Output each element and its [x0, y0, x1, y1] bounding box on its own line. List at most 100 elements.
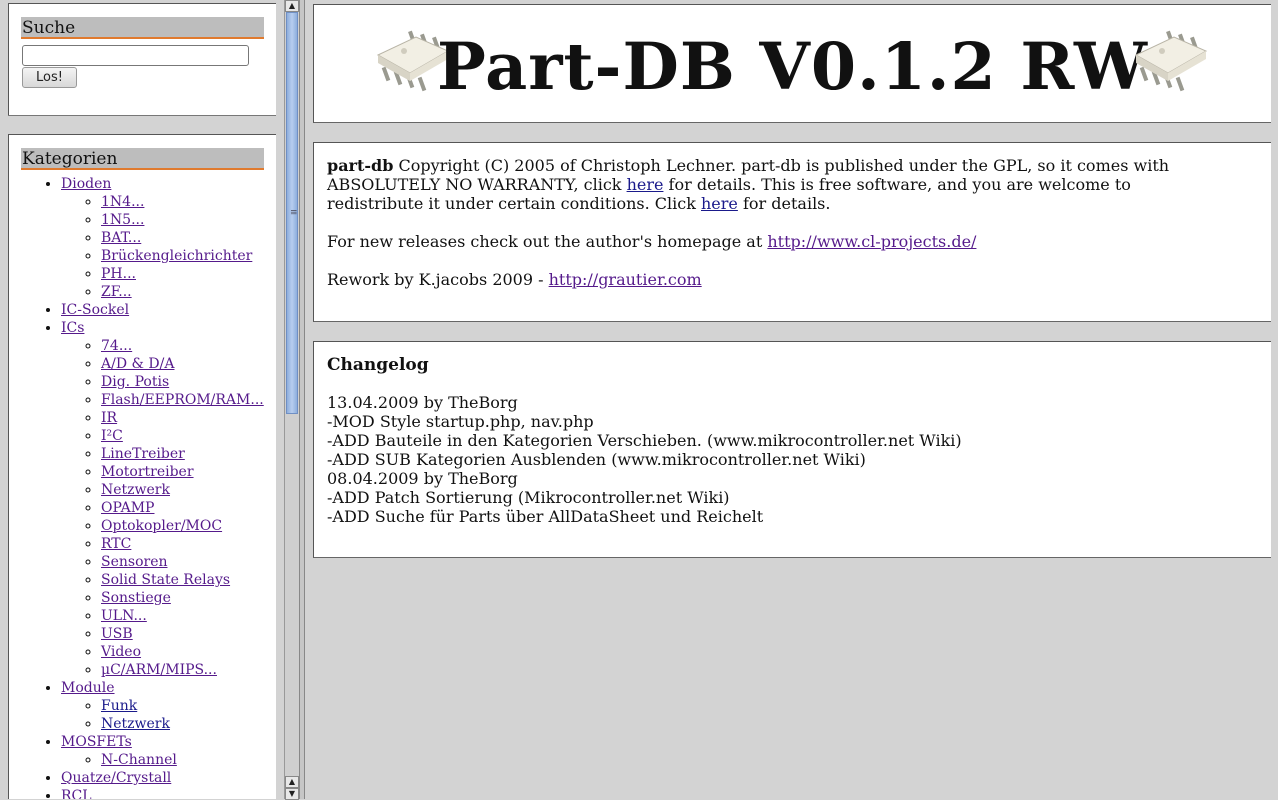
- subcategory-link[interactable]: Solid State Relays: [101, 572, 230, 588]
- header-panel: Part-DB V0.1.2 RW: [313, 4, 1271, 123]
- subcategory-item: BAT...: [101, 229, 271, 247]
- category-link[interactable]: IC-Sockel: [61, 302, 129, 318]
- subcategory-item: Dig. Potis: [101, 373, 271, 391]
- subcategory-link[interactable]: Sensoren: [101, 554, 168, 570]
- subcategory-item: A/D & D/A: [101, 355, 271, 373]
- category-item: Quatze/Crystall: [61, 769, 271, 787]
- subcategory-link[interactable]: 74...: [101, 338, 132, 354]
- subcategory-link[interactable]: LineTreiber: [101, 446, 185, 462]
- category-item: IC-Sockel: [61, 301, 271, 319]
- category-link[interactable]: RCL: [61, 788, 92, 799]
- changelog-title: Changelog: [327, 355, 429, 375]
- license-here-link[interactable]: here: [627, 175, 664, 194]
- subcategory-link[interactable]: Optokopler/MOC: [101, 518, 222, 534]
- scroll-up-arrow-icon[interactable]: ▲: [285, 776, 299, 788]
- rework-label: Rework by K.jacobs 2009 -: [327, 270, 549, 289]
- subcategory-link[interactable]: µC/ARM/MIPS...: [101, 662, 217, 678]
- subcategory-link[interactable]: BAT...: [101, 230, 141, 246]
- brand-name: part-db: [327, 156, 394, 175]
- subcategory-link[interactable]: PH...: [101, 266, 136, 282]
- subcategory-item: Optokopler/MOC: [101, 517, 271, 535]
- releases-text: For new releases check out the author's …: [327, 232, 1227, 251]
- subcategory-link[interactable]: RTC: [101, 536, 131, 552]
- subcategory-item: Motortreiber: [101, 463, 271, 481]
- scroll-up-arrow-icon[interactable]: ▲: [285, 0, 299, 12]
- scroll-down-arrow-icon[interactable]: ▼: [285, 788, 299, 800]
- subcategory-item: ZF...: [101, 283, 271, 301]
- changelog-panel: Changelog 13.04.2009 by TheBorg -MOD Styl…: [313, 341, 1271, 558]
- changelog-entry: -MOD Style startup.php, nav.php: [327, 412, 594, 431]
- subcategory-link[interactable]: I²C: [101, 428, 123, 444]
- subcategory-item: I²C: [101, 427, 271, 445]
- license-here-link-2[interactable]: here: [701, 194, 738, 213]
- subcategory-item: Funk: [101, 697, 271, 715]
- category-item: ICs 74... A/D & D/A Dig. Potis Flash/EEPROM/…: [61, 319, 271, 679]
- subcategory-link[interactable]: ZF...: [101, 284, 132, 300]
- subcategory-link[interactable]: Sonstiege: [101, 590, 171, 606]
- frame-divider[interactable]: [299, 0, 305, 799]
- subcategory-list: Funk Netzwerk: [61, 697, 271, 733]
- subcategory-link[interactable]: Flash/EEPROM/RAM...: [101, 392, 264, 408]
- info-content: part-db Copyright (C) 2005 of Christoph …: [327, 156, 1227, 289]
- subcategory-link[interactable]: Video: [101, 644, 141, 660]
- subcategory-item: PH...: [101, 265, 271, 283]
- changelog-entry: -ADD SUB Kategorien Ausblenden (www.mikr…: [327, 450, 866, 469]
- subcategory-list: N-Channel: [61, 751, 271, 769]
- subcategory-item: Sonstiege: [101, 589, 271, 607]
- changelog-entry: -ADD Bauteile in den Kategorien Verschie…: [327, 431, 962, 450]
- page-title: Part-DB V0.1.2 RW: [436, 29, 1149, 105]
- category-link[interactable]: MOSFETs: [61, 734, 132, 750]
- subcategory-link[interactable]: N-Channel: [101, 752, 177, 768]
- subcategory-link[interactable]: Netzwerk: [101, 482, 170, 498]
- releases-label: For new releases check out the author's …: [327, 232, 768, 251]
- rework-text: Rework by K.jacobs 2009 - http://grautie…: [327, 270, 1227, 289]
- category-item: Module Funk Netzwerk: [61, 679, 271, 733]
- category-link[interactable]: Module: [61, 680, 115, 696]
- changelog-list: 13.04.2009 by TheBorg -MOD Style startup.…: [327, 393, 1227, 526]
- category-item: RCL: [61, 787, 271, 799]
- search-input[interactable]: [22, 45, 249, 66]
- info-panel: part-db Copyright (C) 2005 of Christoph …: [313, 142, 1271, 322]
- subcategory-link[interactable]: Dig. Potis: [101, 374, 169, 390]
- subcategory-item: 1N5...: [101, 211, 271, 229]
- category-item: MOSFETs N-Channel: [61, 733, 271, 769]
- subcategory-link[interactable]: ULN...: [101, 608, 147, 624]
- subcategory-item: IR: [101, 409, 271, 427]
- subcategory-item: N-Channel: [101, 751, 271, 769]
- nav-scrollbar[interactable]: ▲ ≡ ▲ ▼: [284, 0, 299, 800]
- category-item: Dioden 1N4... 1N5... BAT... Brückengleichric…: [61, 175, 271, 301]
- changelog-entry: -ADD Suche für Parts über AllDataSheet u…: [327, 507, 764, 526]
- subcategory-link[interactable]: Netzwerk: [101, 716, 170, 732]
- subcategory-link[interactable]: 1N5...: [101, 212, 144, 228]
- category-link[interactable]: Dioden: [61, 176, 111, 192]
- subcategory-item: RTC: [101, 535, 271, 553]
- subcategory-item: 1N4...: [101, 193, 271, 211]
- categories-panel: Kategorien Dioden 1N4... 1N5... BAT... Brück…: [8, 134, 276, 799]
- category-link[interactable]: ICs: [61, 320, 84, 336]
- subcategory-link[interactable]: Brückengleichrichter: [101, 248, 252, 264]
- search-button[interactable]: Los!: [22, 67, 77, 88]
- category-link[interactable]: Quatze/Crystall: [61, 770, 171, 786]
- subcategory-link[interactable]: Funk: [101, 698, 137, 714]
- grautier-link[interactable]: http://grautier.com: [549, 270, 702, 289]
- subcategory-link[interactable]: A/D & D/A: [101, 356, 174, 372]
- scroll-thumb[interactable]: ≡: [286, 12, 298, 414]
- subcategory-link[interactable]: 1N4...: [101, 194, 144, 210]
- homepage-link[interactable]: http://www.cl-projects.de/: [767, 232, 976, 251]
- subcategory-link[interactable]: Motortreiber: [101, 464, 194, 480]
- changelog-content: Changelog 13.04.2009 by TheBorg -MOD Styl…: [327, 355, 1227, 526]
- subcategory-item: OPAMP: [101, 499, 271, 517]
- subcategory-item: µC/ARM/MIPS...: [101, 661, 271, 679]
- subcategory-item: 74...: [101, 337, 271, 355]
- subcategory-link[interactable]: OPAMP: [101, 500, 154, 516]
- subcategory-list: 74... A/D & D/A Dig. Potis Flash/EEPROM/RAM…: [61, 337, 271, 679]
- subcategory-item: LineTreiber: [101, 445, 271, 463]
- subcategory-link[interactable]: IR: [101, 410, 117, 426]
- subcategory-item: Sensoren: [101, 553, 271, 571]
- subcategory-item: USB: [101, 625, 271, 643]
- subcategory-list: 1N4... 1N5... BAT... Brückengleichrichter PH…: [61, 193, 271, 301]
- subcategory-item: ULN...: [101, 607, 271, 625]
- subcategory-item: Flash/EEPROM/RAM...: [101, 391, 271, 409]
- subcategory-link[interactable]: USB: [101, 626, 133, 642]
- subcategory-item: Video: [101, 643, 271, 661]
